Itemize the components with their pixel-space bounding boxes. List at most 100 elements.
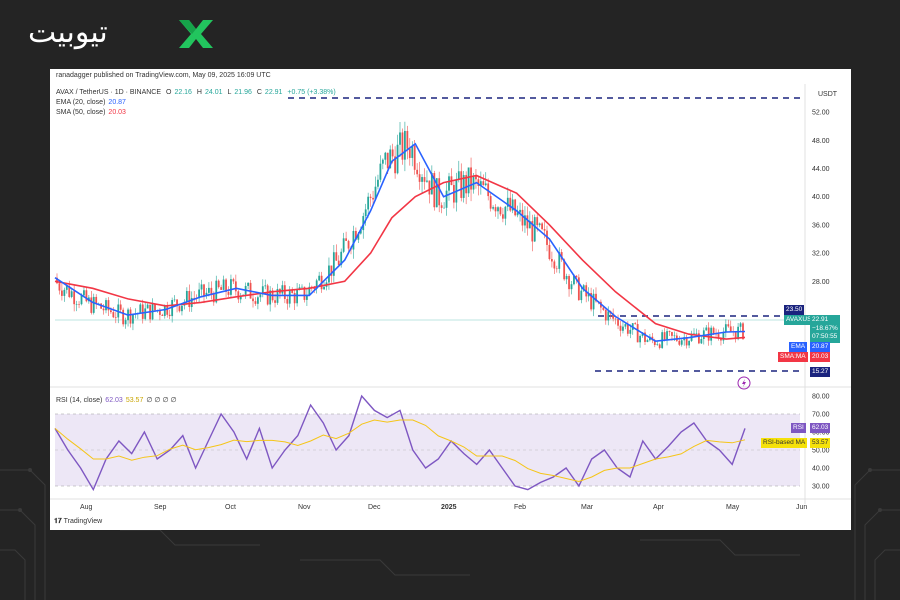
candle-body <box>443 207 445 209</box>
rsi-ma-tag-label: RSI-based MA <box>761 438 808 448</box>
candle-body <box>533 217 536 242</box>
candle-body <box>352 230 355 250</box>
tradingview-icon: 𝟏𝟕 <box>54 518 62 525</box>
candle-body <box>386 152 389 169</box>
candle-body <box>553 261 556 269</box>
candle-body <box>105 300 107 311</box>
candle-body <box>497 207 499 212</box>
brand-logo-icon <box>179 20 213 48</box>
candle-body <box>472 175 475 190</box>
price-ticks: 52.00 48.00 44.00 40.00 36.00 32.00 28.00 <box>812 110 830 286</box>
candle-body <box>509 197 512 211</box>
candle-body <box>619 325 622 331</box>
candle-body <box>80 295 83 305</box>
candle-body <box>489 196 492 209</box>
candle-body <box>411 145 414 158</box>
candle-body <box>173 299 176 301</box>
candle-body <box>364 209 367 217</box>
rsi-tick-label: 80.00 <box>812 394 830 401</box>
candle-body <box>656 344 659 346</box>
candle-body <box>541 223 543 230</box>
rsi-ma-tag-value: 53.57 <box>810 438 831 448</box>
candle-body <box>634 323 637 325</box>
brand-name: تیوبیت <box>28 15 108 50</box>
candle-body <box>75 304 78 305</box>
candle-body <box>607 311 610 321</box>
x-tick-label: Mar <box>581 504 594 511</box>
candle-body <box>200 284 203 290</box>
candle-body <box>114 317 117 318</box>
x-tick-label: May <box>726 504 740 511</box>
candle-body <box>139 304 142 314</box>
candle-body <box>519 209 521 213</box>
candle-body <box>259 294 262 298</box>
level-tag-23-50: 23.50 <box>784 305 805 315</box>
x-tick-label: Oct <box>225 504 236 511</box>
candle-body <box>141 304 144 319</box>
price-tick-label: 40.00 <box>812 194 830 201</box>
candle-body <box>604 309 607 321</box>
x-tick-label: Aug <box>80 504 93 511</box>
candle-body <box>208 287 210 293</box>
candle-body <box>440 205 443 208</box>
candle-body <box>624 324 627 327</box>
candle-body <box>222 279 225 290</box>
candle-body <box>418 174 421 182</box>
candle-body <box>132 314 134 324</box>
candle-body <box>499 207 502 215</box>
candle-body <box>705 327 708 331</box>
x-tick-label: Nov <box>298 504 311 511</box>
brand[interactable]: تیوبیت <box>28 14 228 54</box>
candle-body <box>122 309 125 325</box>
candle-body <box>592 293 595 310</box>
candle-body <box>423 177 426 182</box>
candle-body <box>232 279 235 282</box>
candle-body <box>404 130 406 160</box>
price-chart[interactable]: 52.00 48.00 44.00 40.00 36.00 32.00 28.00 80.0… <box>50 69 851 530</box>
candle-body <box>347 240 350 249</box>
candle-body <box>381 159 384 164</box>
candle-body <box>345 238 347 241</box>
chart-panel: ranadagger published on TradingView.com,… <box>50 69 851 530</box>
candle-body <box>729 326 732 332</box>
candle-body <box>230 279 232 295</box>
candle-body <box>318 275 321 281</box>
candle-body <box>90 297 93 313</box>
candle-body <box>543 229 546 231</box>
ema-tag-value: 20.87 <box>810 342 831 352</box>
level-tag-15-27: 15.27 <box>810 367 831 377</box>
candle-body <box>215 280 218 303</box>
x-tick-label: Apr <box>653 504 665 511</box>
candle-body <box>646 340 649 342</box>
candle-body <box>391 149 394 157</box>
candle-body <box>671 332 673 336</box>
candle-body <box>227 291 230 295</box>
candle-body <box>614 318 617 320</box>
candle-body <box>401 132 404 160</box>
tradingview-logo[interactable]: 𝟏𝟕 TradingView <box>54 518 102 526</box>
candle-body <box>379 163 382 180</box>
candle-body <box>426 180 428 182</box>
candle-body <box>406 130 409 149</box>
candle-body <box>178 306 181 312</box>
candle-body <box>548 244 551 260</box>
candle-body <box>484 183 487 186</box>
sma-line <box>54 174 746 340</box>
candle-body <box>161 314 164 316</box>
candle-body <box>119 304 122 310</box>
candle-body <box>254 301 257 304</box>
ema-tag-label: EMA <box>789 342 808 352</box>
candle-body <box>283 285 286 299</box>
candle-body <box>514 199 517 216</box>
candle-body <box>470 167 472 190</box>
candle-body <box>323 286 325 290</box>
candle-body <box>438 178 441 206</box>
candle-body <box>504 206 507 219</box>
rsi-tag-value: 62.03 <box>810 423 831 433</box>
candle-body <box>492 207 494 209</box>
candle-body <box>502 214 504 219</box>
candle-body <box>482 181 485 186</box>
candle-body <box>526 215 529 229</box>
candle-body <box>247 282 249 286</box>
candle-body <box>538 223 541 226</box>
